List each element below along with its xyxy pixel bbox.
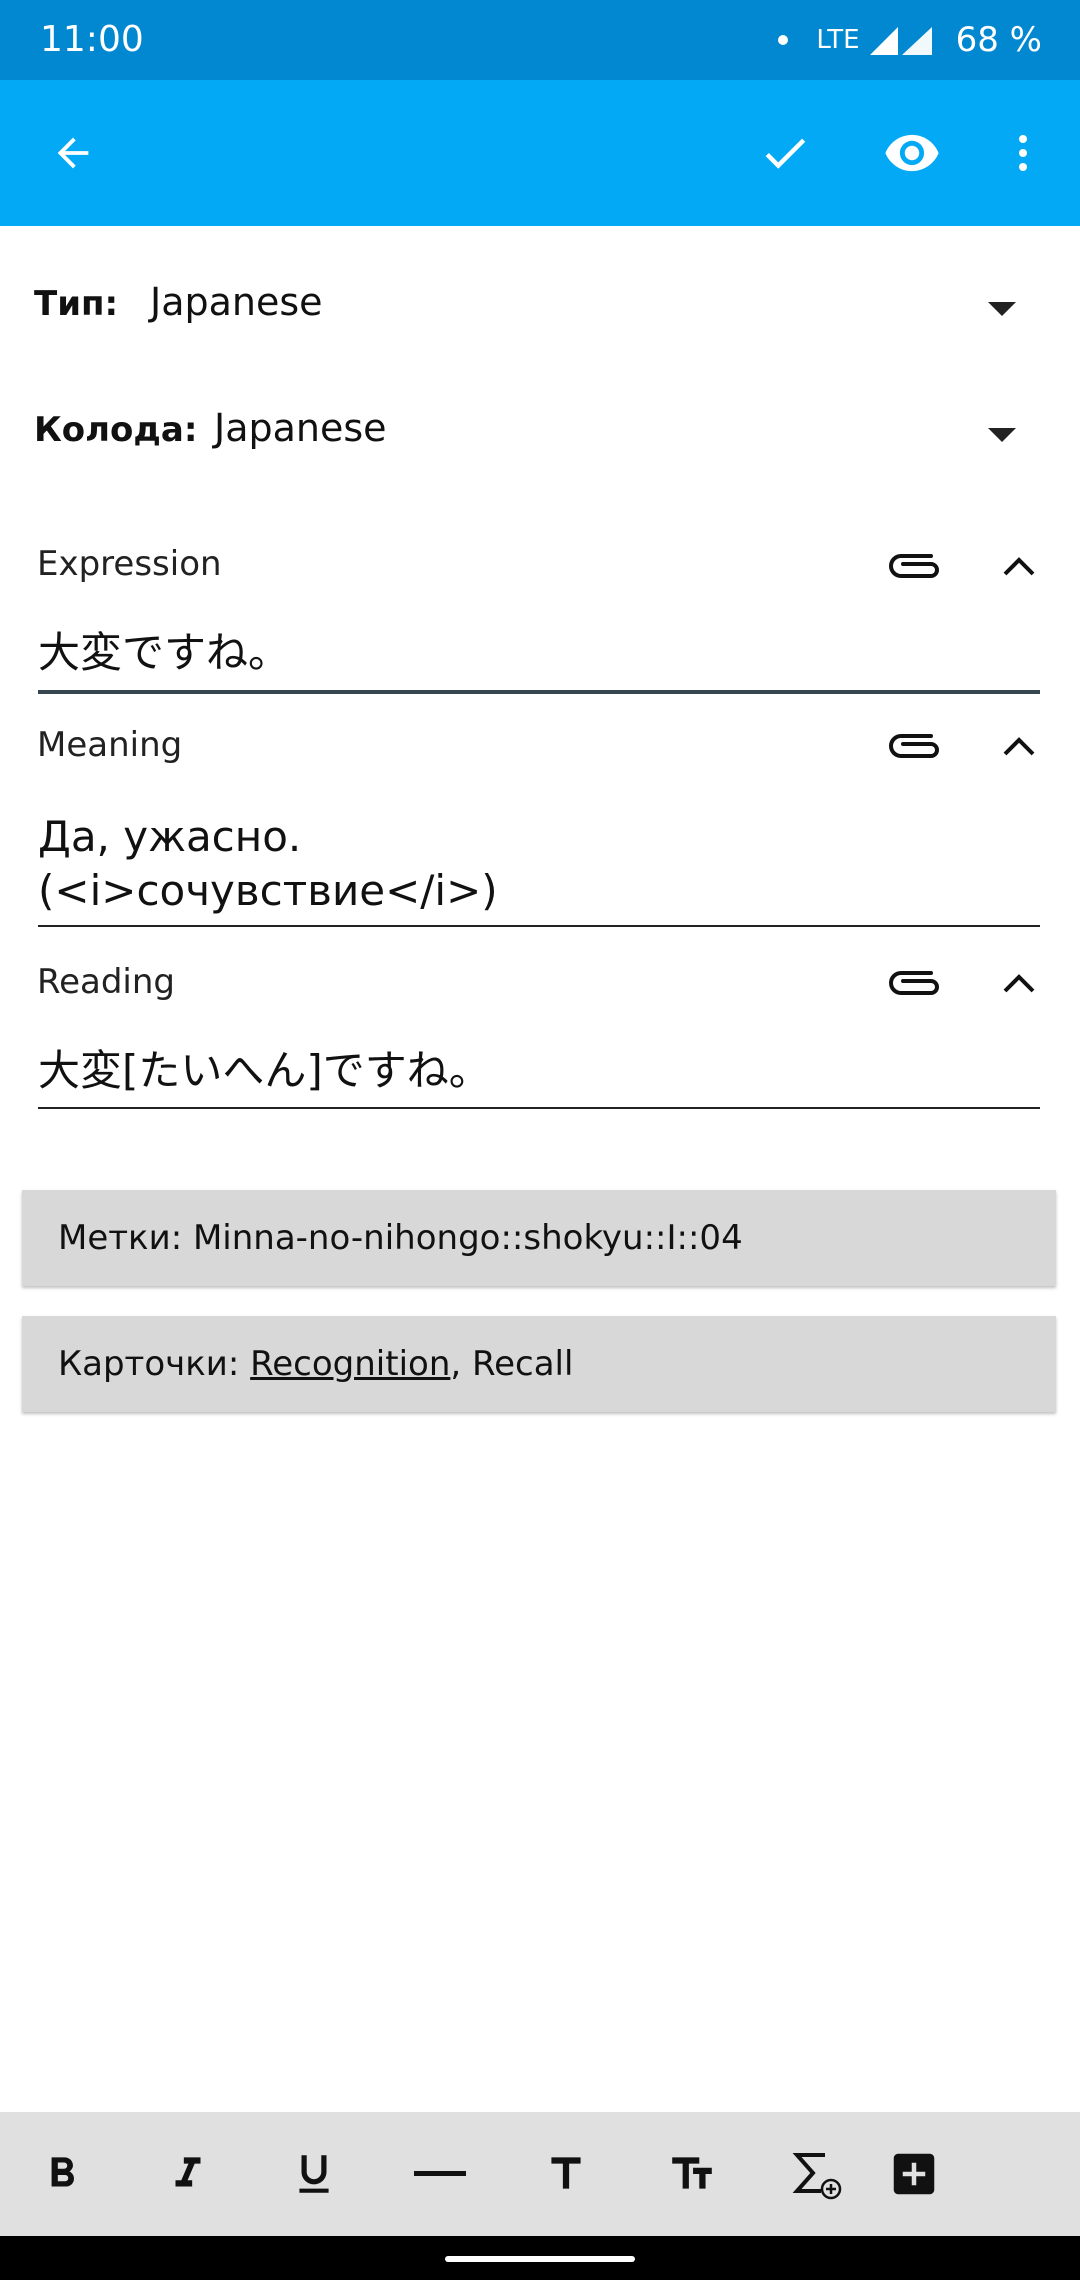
deck-value: Japanese bbox=[214, 406, 387, 450]
dropdown-caret-icon bbox=[988, 302, 1016, 316]
cards-rest: , Recall bbox=[450, 1344, 574, 1384]
notification-dot-icon bbox=[778, 35, 789, 45]
collapse-button-expression[interactable] bbox=[986, 536, 1052, 596]
field-label-meaning: Meaning bbox=[37, 725, 183, 765]
field-underline bbox=[38, 1107, 1040, 1109]
paperclip-icon bbox=[889, 734, 939, 758]
more-vert-icon bbox=[1019, 135, 1027, 171]
bold-button[interactable] bbox=[20, 2132, 104, 2216]
status-time: 11:00 bbox=[40, 19, 144, 60]
meaning-line-2: (<i>сочувствие</i>) bbox=[38, 866, 498, 915]
chevron-up-icon bbox=[1003, 557, 1035, 576]
network-type: LTE bbox=[816, 25, 860, 55]
horizontal-rule-button[interactable] bbox=[398, 2132, 482, 2216]
home-gesture-handle[interactable] bbox=[445, 2256, 635, 2262]
chevron-up-icon bbox=[1003, 974, 1035, 993]
field-label-expression: Expression bbox=[37, 544, 222, 584]
math-button[interactable] bbox=[776, 2132, 860, 2216]
italic-button[interactable] bbox=[146, 2132, 230, 2216]
attach-button-reading[interactable] bbox=[880, 953, 950, 1013]
more-options-button[interactable] bbox=[983, 113, 1063, 193]
tags-button[interactable]: Метки: Minna-no-nihongo::shokyu::I::04 bbox=[22, 1190, 1056, 1286]
app-bar bbox=[0, 80, 1080, 226]
battery-level: 68 % bbox=[955, 20, 1042, 60]
attach-button-meaning[interactable] bbox=[880, 716, 950, 776]
chevron-up-icon bbox=[1003, 737, 1035, 756]
math-sum-icon bbox=[792, 2153, 842, 2200]
text-size-icon bbox=[551, 2157, 581, 2189]
bold-icon bbox=[51, 2157, 74, 2187]
signal-icon bbox=[869, 27, 932, 55]
field-underline bbox=[38, 690, 1040, 694]
note-type-label: Тип: bbox=[34, 284, 119, 324]
deck-selector[interactable]: Колода: Japanese bbox=[34, 406, 1034, 462]
status-bar: 11:00 LTE 68 % bbox=[0, 0, 1080, 80]
paperclip-icon bbox=[889, 971, 939, 995]
eye-icon bbox=[885, 134, 939, 172]
back-button[interactable] bbox=[33, 113, 113, 193]
field-input-meaning[interactable]: Да, ужасно. (<i>сочувствие</i>) bbox=[38, 810, 1038, 918]
dropdown-caret-icon bbox=[988, 428, 1016, 442]
meaning-line-1: Да, ужасно. bbox=[38, 812, 302, 861]
underline-button[interactable] bbox=[272, 2132, 356, 2216]
field-underline bbox=[38, 925, 1040, 927]
underline-icon bbox=[299, 2155, 329, 2193]
italic-icon bbox=[175, 2157, 201, 2187]
field-input-reading[interactable]: 大変[たいへん]ですね。 bbox=[38, 1044, 1038, 1098]
paperclip-icon bbox=[889, 554, 939, 578]
collapse-button-meaning[interactable] bbox=[986, 716, 1052, 776]
add-box-icon bbox=[893, 2153, 935, 2195]
custom-button-add[interactable] bbox=[872, 2132, 956, 2216]
title-size-button[interactable] bbox=[650, 2132, 734, 2216]
tags-text: Метки: Minna-no-nihongo::shokyu::I::04 bbox=[58, 1218, 743, 1258]
cards-prefix: Карточки: bbox=[58, 1344, 251, 1384]
collapse-button-reading[interactable] bbox=[986, 953, 1052, 1013]
note-type-value: Japanese bbox=[150, 280, 323, 324]
deck-label: Колода: bbox=[34, 410, 198, 450]
formatting-toolbar bbox=[0, 2112, 1080, 2236]
preview-button[interactable] bbox=[872, 113, 952, 193]
note-type-selector[interactable]: Тип: Japanese bbox=[34, 280, 1034, 336]
horizontal-rule-icon bbox=[414, 2171, 466, 2176]
cards-button[interactable]: Карточки: Recognition , Recall bbox=[22, 1316, 1056, 1412]
text-size-small-icon bbox=[672, 2157, 712, 2189]
field-input-expression[interactable]: 大変ですね。 bbox=[38, 626, 1038, 680]
save-button[interactable] bbox=[745, 113, 825, 193]
font-size-button[interactable] bbox=[524, 2132, 608, 2216]
checkmark-icon bbox=[765, 138, 806, 169]
cards-recognition: Recognition bbox=[250, 1344, 451, 1384]
back-arrow-icon bbox=[57, 137, 89, 169]
field-label-reading: Reading bbox=[37, 962, 176, 1002]
attach-button-expression[interactable] bbox=[880, 536, 950, 596]
status-icons: LTE 68 % bbox=[778, 16, 1042, 64]
